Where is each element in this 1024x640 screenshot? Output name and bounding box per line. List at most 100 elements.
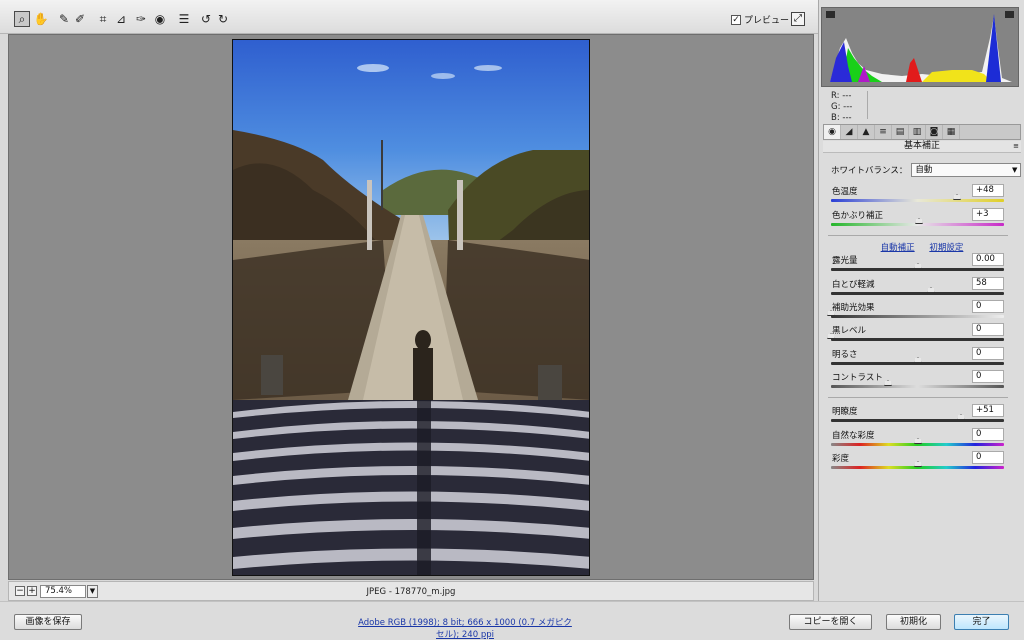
file-name: JPEG - 178770_m.jpg — [366, 587, 456, 597]
slider-value-field[interactable]: +48 — [972, 184, 1004, 197]
open-copy-button[interactable]: コピーを開く — [789, 614, 872, 630]
slider-label: 彩度 — [832, 454, 850, 464]
slider-track[interactable] — [827, 310, 1004, 318]
slider-track[interactable] — [831, 287, 1004, 295]
histogram-graph — [830, 14, 1012, 82]
done-button[interactable]: 完了 — [954, 614, 1009, 630]
slider-value-field[interactable]: 0 — [972, 347, 1004, 360]
slider-value-field[interactable]: 0 — [972, 451, 1004, 464]
panel-menu-icon[interactable]: ≡ — [1013, 141, 1019, 152]
list-icon: ☰ — [178, 12, 190, 26]
white-balance-row: ホワイトバランス： 自動 ▼ — [831, 163, 1022, 177]
slider-value-field[interactable]: 58 — [972, 277, 1004, 290]
slider-label: 露光量 — [832, 256, 858, 266]
color-sampler-tool[interactable]: ✐ — [72, 11, 88, 27]
workflow-options-link[interactable]: Adobe RGB (1998); 8 bit; 666 x 1000 (0.7… — [356, 616, 574, 640]
eye-icon: ◉ — [154, 12, 166, 26]
auto-default-links: 自動補正 初期設定 — [819, 241, 1024, 253]
reset-button[interactable]: 初期化 — [886, 614, 941, 630]
zoom-tool[interactable]: ⌕ — [14, 11, 30, 27]
preview-checkbox[interactable]: ✓ — [731, 14, 741, 25]
preferences-tool[interactable]: ☰ — [176, 11, 192, 27]
slider-label: 色かぶり補正 — [832, 211, 884, 221]
crop-tool[interactable]: ⌗ — [95, 11, 111, 27]
tab-split-toning-icon[interactable]: ▤ — [892, 125, 909, 139]
white-balance-value: 自動 — [915, 165, 933, 175]
photo-image — [233, 40, 589, 575]
slider-thumb[interactable] — [953, 194, 962, 200]
histogram — [821, 7, 1019, 87]
tab-presets-icon[interactable]: ▦ — [943, 125, 960, 139]
red-eye-tool[interactable]: ◉ — [152, 11, 168, 27]
auto-link[interactable]: 自動補正 — [881, 243, 915, 253]
shadow-clipping-icon[interactable] — [826, 11, 835, 18]
rgb-readout: R: --- G: --- B: --- — [831, 91, 852, 124]
slider-value-field[interactable]: 0 — [972, 300, 1004, 313]
slider-thumb[interactable] — [915, 218, 924, 224]
slider-track[interactable] — [827, 333, 1004, 341]
slider-thumb[interactable] — [827, 333, 835, 339]
slider-track[interactable] — [831, 438, 1004, 446]
preview-toggle[interactable]: ✓ プレビュー — [731, 13, 789, 26]
straighten-tool[interactable]: ⊿ — [113, 11, 129, 27]
rotate-cw-icon: ↻ — [217, 12, 229, 26]
slider-label: 色温度 — [832, 187, 858, 197]
slider-thumb[interactable] — [913, 263, 922, 269]
rgb-divider — [867, 91, 868, 119]
slider-track[interactable] — [831, 194, 1004, 202]
chevron-down-icon: ▼ — [1011, 166, 1018, 174]
slider-thumb[interactable] — [827, 310, 835, 316]
white-balance-select[interactable]: 自動 ▼ — [911, 163, 1022, 177]
slider-label: 明瞭度 — [832, 407, 858, 417]
slider-thumb[interactable] — [956, 414, 965, 420]
image-canvas[interactable] — [8, 34, 814, 580]
slider-value-field[interactable]: +3 — [972, 208, 1004, 221]
slider-label: 自然な彩度 — [832, 431, 875, 441]
default-link[interactable]: 初期設定 — [929, 243, 963, 253]
fullscreen-icon[interactable]: ⤢ — [791, 12, 805, 26]
straighten-icon: ⊿ — [115, 12, 127, 26]
tab-camera-calibration-icon[interactable]: ◙ — [926, 125, 943, 139]
crop-icon: ⌗ — [99, 11, 107, 26]
slider-track[interactable] — [831, 461, 1004, 469]
slider-label: 明るさ — [832, 350, 858, 360]
slider-thumb[interactable] — [913, 357, 922, 363]
hand-tool[interactable]: ✋ — [33, 11, 49, 27]
brush-icon: ✑ — [135, 12, 147, 26]
rotate-right-tool[interactable]: ↻ — [215, 11, 231, 27]
hand-icon: ✋ — [33, 12, 49, 26]
slider-thumb[interactable] — [927, 287, 936, 293]
tab-detail-icon[interactable]: ▲ — [858, 125, 875, 139]
slider-thumb[interactable] — [913, 461, 922, 467]
slider-track[interactable] — [831, 357, 1004, 365]
section-title: 基本補正 ≡ — [823, 141, 1021, 153]
save-image-button[interactable]: 画像を保存 — [14, 614, 82, 630]
slider-value-field[interactable]: +51 — [972, 404, 1004, 417]
top-toolbar: ⌕ ✋ ✎ ✐ ⌗ ⊿ ✑ ◉ ☰ ↺ ↻ ✓ プレビュー ⤢ — [0, 0, 818, 34]
slider-track[interactable] — [831, 218, 1004, 226]
slider-track[interactable] — [831, 414, 1004, 422]
slider-label: 白とび軽減 — [832, 280, 875, 290]
slider-thumb[interactable] — [913, 438, 922, 444]
magnifier-icon: ⌕ — [18, 11, 26, 26]
rotate-left-tool[interactable]: ↺ — [198, 11, 214, 27]
slider-track[interactable] — [831, 380, 1004, 388]
retouch-tool[interactable]: ✑ — [133, 11, 149, 27]
slider-thumb[interactable] — [884, 380, 893, 386]
divider — [828, 235, 1008, 236]
eyedropper-icon: ✎ — [58, 12, 70, 26]
tab-lens-icon[interactable]: ▥ — [909, 125, 926, 139]
tab-basic-icon[interactable]: ◉ — [824, 125, 841, 139]
tab-hsl-icon[interactable]: ≡ — [875, 125, 892, 139]
photo-preview[interactable] — [232, 39, 590, 576]
slider-label: 黒レベル — [832, 326, 867, 336]
divider — [828, 397, 1008, 398]
slider-value-field[interactable]: 0.00 — [972, 253, 1004, 266]
slider-value-field[interactable]: 0 — [972, 428, 1004, 441]
slider-value-field[interactable]: 0 — [972, 323, 1004, 336]
white-balance-tool[interactable]: ✎ — [56, 11, 72, 27]
slider-track[interactable] — [831, 263, 1004, 271]
slider-value-field[interactable]: 0 — [972, 370, 1004, 383]
highlight-clipping-icon[interactable] — [1005, 11, 1014, 18]
tab-tone-curve-icon[interactable]: ◢ — [841, 125, 858, 139]
